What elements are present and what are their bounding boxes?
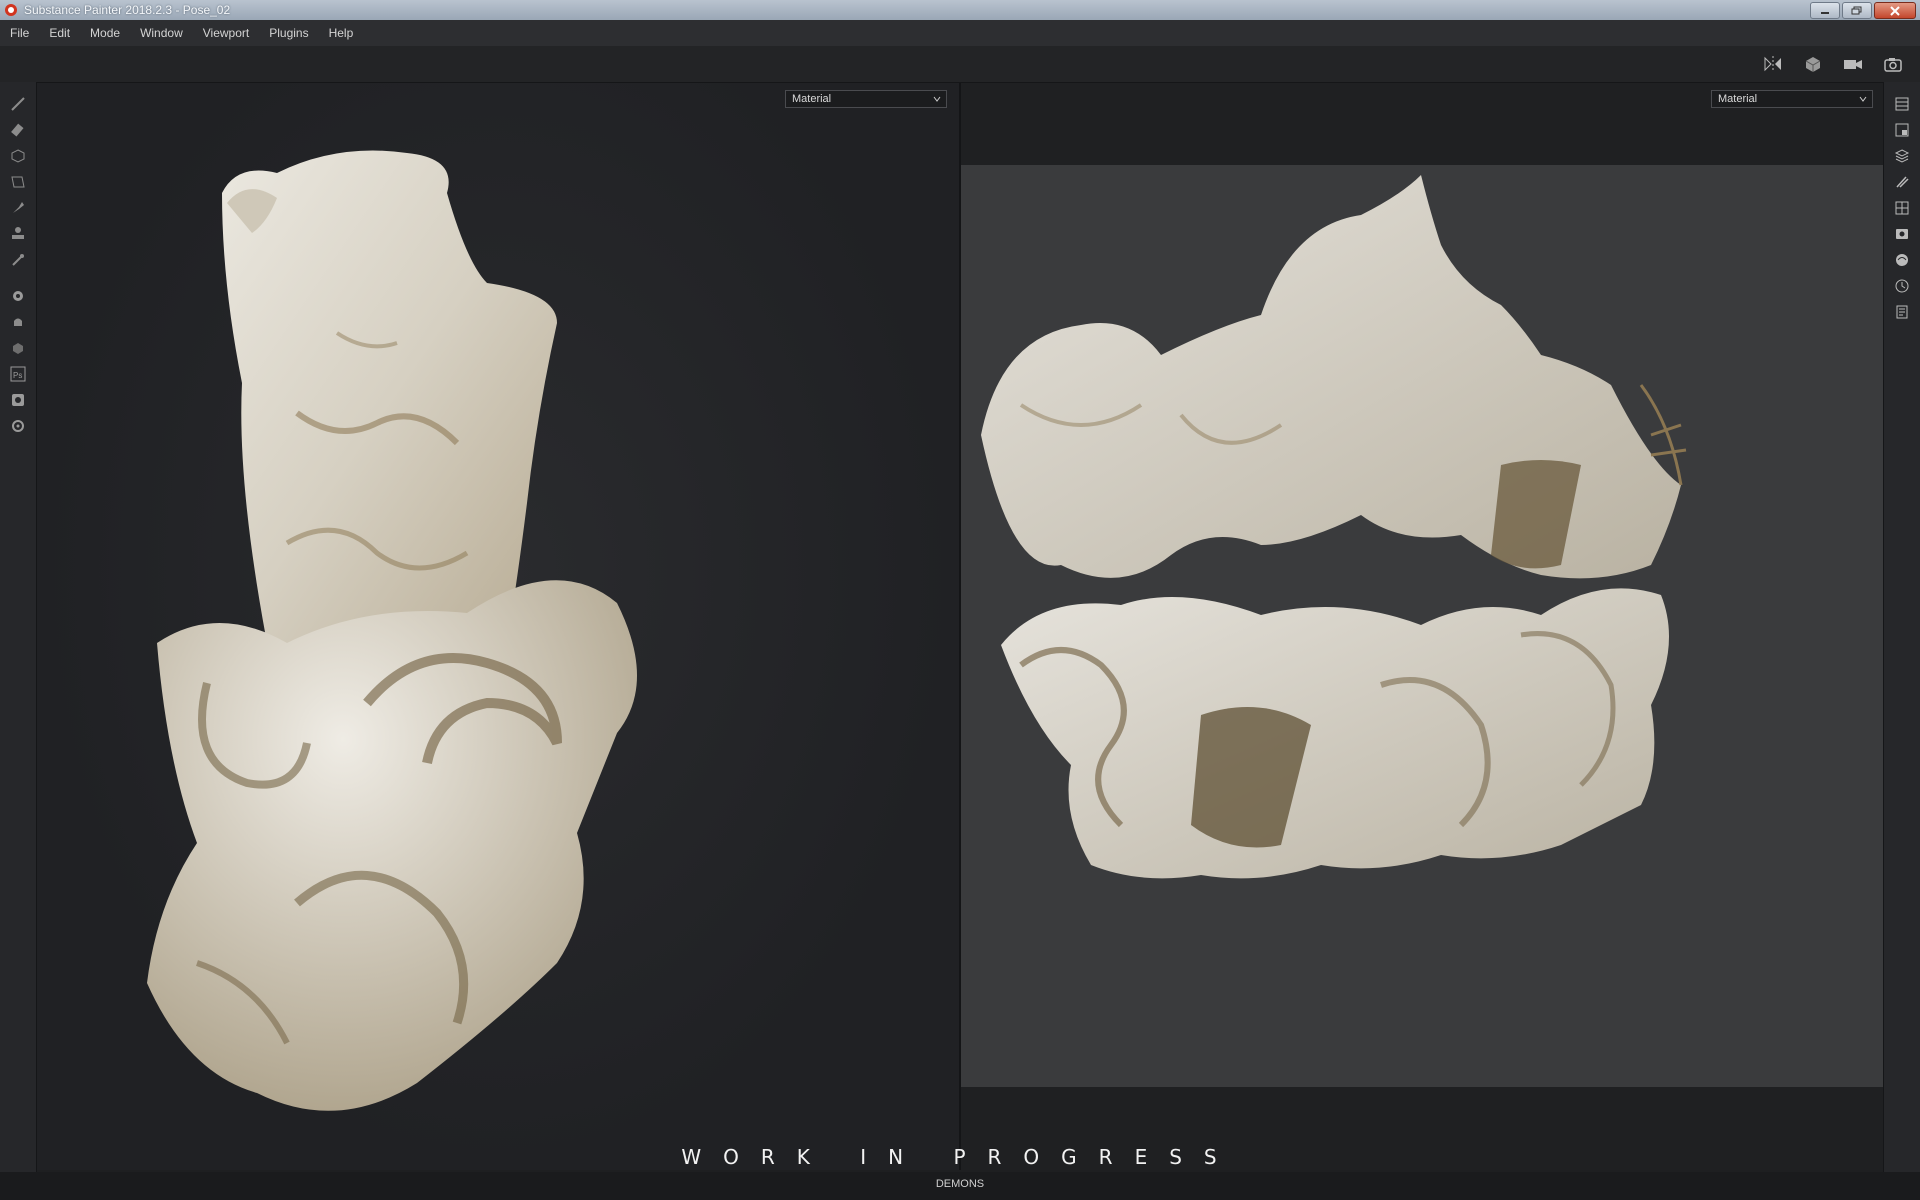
smudge-tool[interactable] <box>8 198 28 218</box>
clone-tool[interactable] <box>8 224 28 244</box>
layer-stack-button[interactable] <box>1892 146 1912 166</box>
top-toolbar <box>0 46 1920 83</box>
color-picker-tool[interactable] <box>8 250 28 270</box>
iray-tool[interactable] <box>8 312 28 332</box>
layer-stack-icon <box>1894 149 1910 163</box>
polygon-fill-icon <box>11 176 25 188</box>
paint-tool[interactable] <box>8 94 28 114</box>
window-title: Substance Painter 2018.2.3 - Pose_02 <box>24 3 231 17</box>
clone-stamp-icon <box>12 227 24 239</box>
smudge-icon <box>13 202 24 213</box>
export-icon <box>12 394 24 406</box>
restore-icon <box>1851 6 1862 14</box>
viewport-2d[interactable]: Material <box>961 83 1883 1170</box>
uv-canvas[interactable] <box>961 165 1883 1087</box>
texture-set-icon <box>1895 123 1909 137</box>
uv-grid-button[interactable] <box>1892 198 1912 218</box>
gear-icon <box>12 420 24 432</box>
photoshop-export-tool[interactable]: Ps <box>8 364 28 384</box>
paint-brush-icon <box>11 97 25 111</box>
menu-mode[interactable]: Mode <box>80 26 130 40</box>
symmetry-icon <box>1764 56 1781 72</box>
display-settings-button[interactable] <box>1892 224 1912 244</box>
screenshot-button[interactable] <box>1880 52 1906 76</box>
iray-icon <box>14 318 22 326</box>
menu-bar: File Edit Mode Window Viewport Plugins H… <box>0 20 1920 46</box>
left-tool-panel: Ps <box>0 82 37 1172</box>
layers-list-icon <box>1895 97 1909 111</box>
menu-help[interactable]: Help <box>319 26 364 40</box>
overlay-caption: WORK IN PROGRESS <box>681 1145 1239 1169</box>
restore-button[interactable] <box>1842 2 1872 19</box>
settings-3d-tool[interactable] <box>8 338 28 358</box>
close-button[interactable] <box>1874 2 1916 19</box>
viewport-3d[interactable]: Material <box>37 83 959 1170</box>
export-tool[interactable] <box>8 390 28 410</box>
environment-button[interactable] <box>1892 250 1912 270</box>
log-button[interactable] <box>1892 302 1912 322</box>
layers-list-button[interactable] <box>1892 94 1912 114</box>
environment-icon <box>1896 254 1908 266</box>
svg-text:Ps: Ps <box>13 371 22 380</box>
brush-settings-icon <box>1896 176 1909 188</box>
menu-viewport[interactable]: Viewport <box>193 26 259 40</box>
eraser-icon <box>11 123 24 137</box>
window-controls <box>1810 2 1916 19</box>
display-mode-button[interactable] <box>1800 52 1826 76</box>
uv-grid-icon <box>1895 201 1909 215</box>
app-logo-icon <box>5 4 17 16</box>
log-icon <box>1896 305 1908 319</box>
menu-window[interactable]: Window <box>130 26 193 40</box>
uv-islands <box>981 175 1687 879</box>
menu-file[interactable]: File <box>0 26 39 40</box>
camera-button[interactable] <box>1840 52 1866 76</box>
menu-edit[interactable]: Edit <box>39 26 80 40</box>
history-icon <box>1895 279 1909 293</box>
chevron-down-icon <box>1859 96 1867 102</box>
screenshot-camera-icon <box>1884 58 1902 72</box>
minimize-icon <box>1821 11 1829 14</box>
display-cube-icon <box>1805 57 1821 72</box>
brush-settings-button[interactable] <box>1892 172 1912 192</box>
minimize-button[interactable] <box>1810 2 1840 19</box>
symmetry-button[interactable] <box>1760 52 1786 76</box>
history-button[interactable] <box>1892 276 1912 296</box>
photoshop-icon: Ps <box>10 366 26 382</box>
title-bar: Substance Painter 2018.2.3 - Pose_02 <box>0 0 1920 20</box>
status-text: DEMONS <box>935 1178 985 1190</box>
eraser-tool[interactable] <box>8 120 28 140</box>
polygon-fill-tool[interactable] <box>8 172 28 192</box>
color-picker-icon <box>12 254 24 266</box>
channel-select-2d[interactable]: Material <box>1711 90 1873 108</box>
status-bar: DEMONS <box>0 1172 1920 1200</box>
projection-tool[interactable] <box>8 146 28 166</box>
bake-tool[interactable] <box>8 286 28 306</box>
camera-video-icon <box>1844 60 1862 69</box>
sculpture-model <box>147 150 637 1111</box>
menu-plugins[interactable]: Plugins <box>259 26 318 40</box>
display-settings-icon <box>1896 229 1908 239</box>
channel-select-2d-value: Material <box>1718 93 1758 105</box>
close-icon <box>1890 5 1900 16</box>
texture-set-button[interactable] <box>1892 120 1912 140</box>
right-panel-dock <box>1883 82 1920 1172</box>
settings-3d-icon <box>13 343 23 354</box>
projection-icon <box>11 149 25 163</box>
bake-icon <box>13 291 23 301</box>
preferences-tool[interactable] <box>8 416 28 436</box>
